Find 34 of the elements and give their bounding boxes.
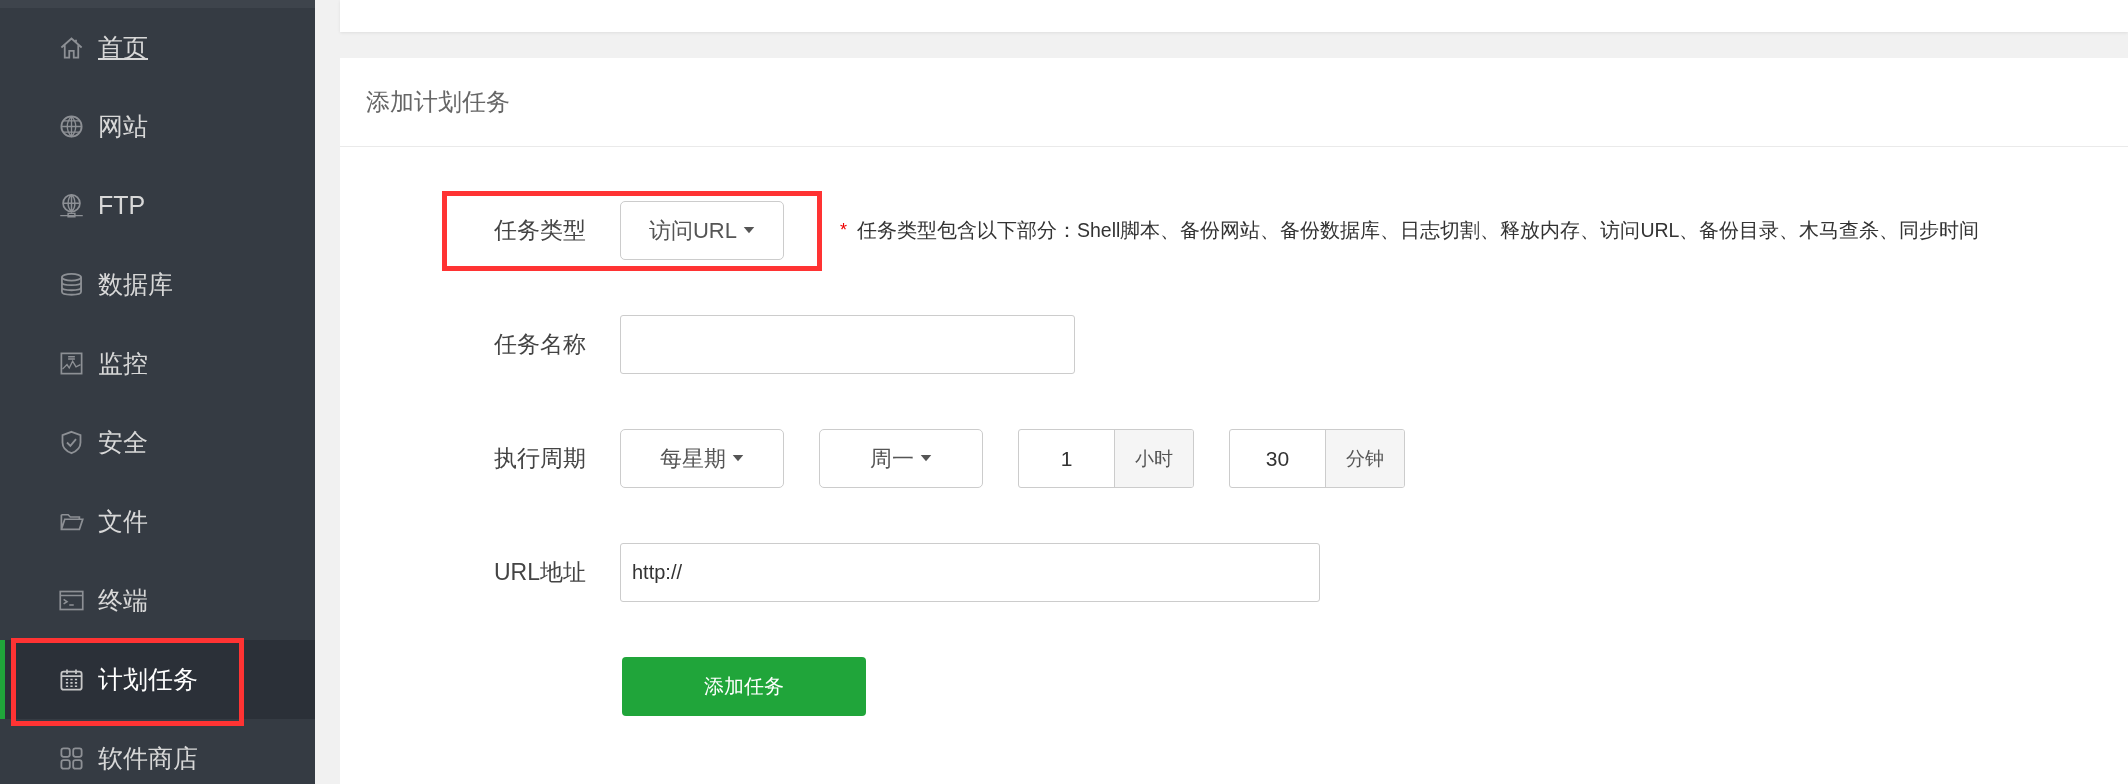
sidebar-item[interactable]: 网站 bbox=[0, 87, 315, 166]
calendar-icon bbox=[58, 666, 85, 693]
hint-text: 任务类型包含以下部分：Shell脚本、备份网站、备份数据库、日志切割、释放内存、访问URL、备份目录、木马查杀、同步时间 bbox=[857, 218, 1980, 243]
house-icon bbox=[58, 34, 85, 61]
input-field[interactable] bbox=[620, 315, 1075, 374]
sidebar-item[interactable]: 终端 bbox=[0, 561, 315, 640]
unit-label: 分钟 bbox=[1326, 430, 1404, 487]
required-mark: * bbox=[840, 220, 847, 241]
grid-icon bbox=[58, 745, 85, 772]
sidebar-item[interactable]: 数据库 bbox=[0, 245, 315, 324]
sidebar-item[interactable]: 软件商店 bbox=[0, 719, 315, 784]
field-label: 任务类型 bbox=[493, 216, 586, 245]
dropdown[interactable]: 访问URL bbox=[620, 201, 784, 260]
dropdown[interactable]: 周一 bbox=[819, 429, 983, 488]
sidebar-item[interactable]: 监控 bbox=[0, 324, 315, 403]
globe-icon bbox=[58, 113, 85, 140]
caret-icon bbox=[743, 227, 755, 234]
field-label: 任务名称 bbox=[493, 330, 586, 359]
field-label: URL地址 bbox=[493, 558, 586, 587]
field-label: 执行周期 bbox=[493, 444, 586, 473]
sidebar-item[interactable]: 首页 bbox=[0, 8, 315, 87]
network-globe-icon bbox=[58, 192, 85, 219]
input-field[interactable]: http:// bbox=[620, 543, 1320, 602]
chart-frame-icon bbox=[58, 350, 85, 377]
card-title: 添加计划任务 bbox=[340, 58, 2128, 147]
dropdown[interactable]: 每星期 bbox=[620, 429, 784, 488]
sidebar-item[interactable]: 计划任务 bbox=[0, 640, 315, 719]
caret-icon bbox=[732, 455, 744, 462]
caret-icon bbox=[920, 455, 932, 462]
sidebar-item[interactable]: FTP bbox=[0, 166, 315, 245]
sidebar-item[interactable]: 文件 bbox=[0, 482, 315, 561]
unit-label: 小时 bbox=[1115, 430, 1193, 487]
sidebar-item[interactable]: 安全 bbox=[0, 403, 315, 482]
database-icon bbox=[58, 271, 85, 298]
